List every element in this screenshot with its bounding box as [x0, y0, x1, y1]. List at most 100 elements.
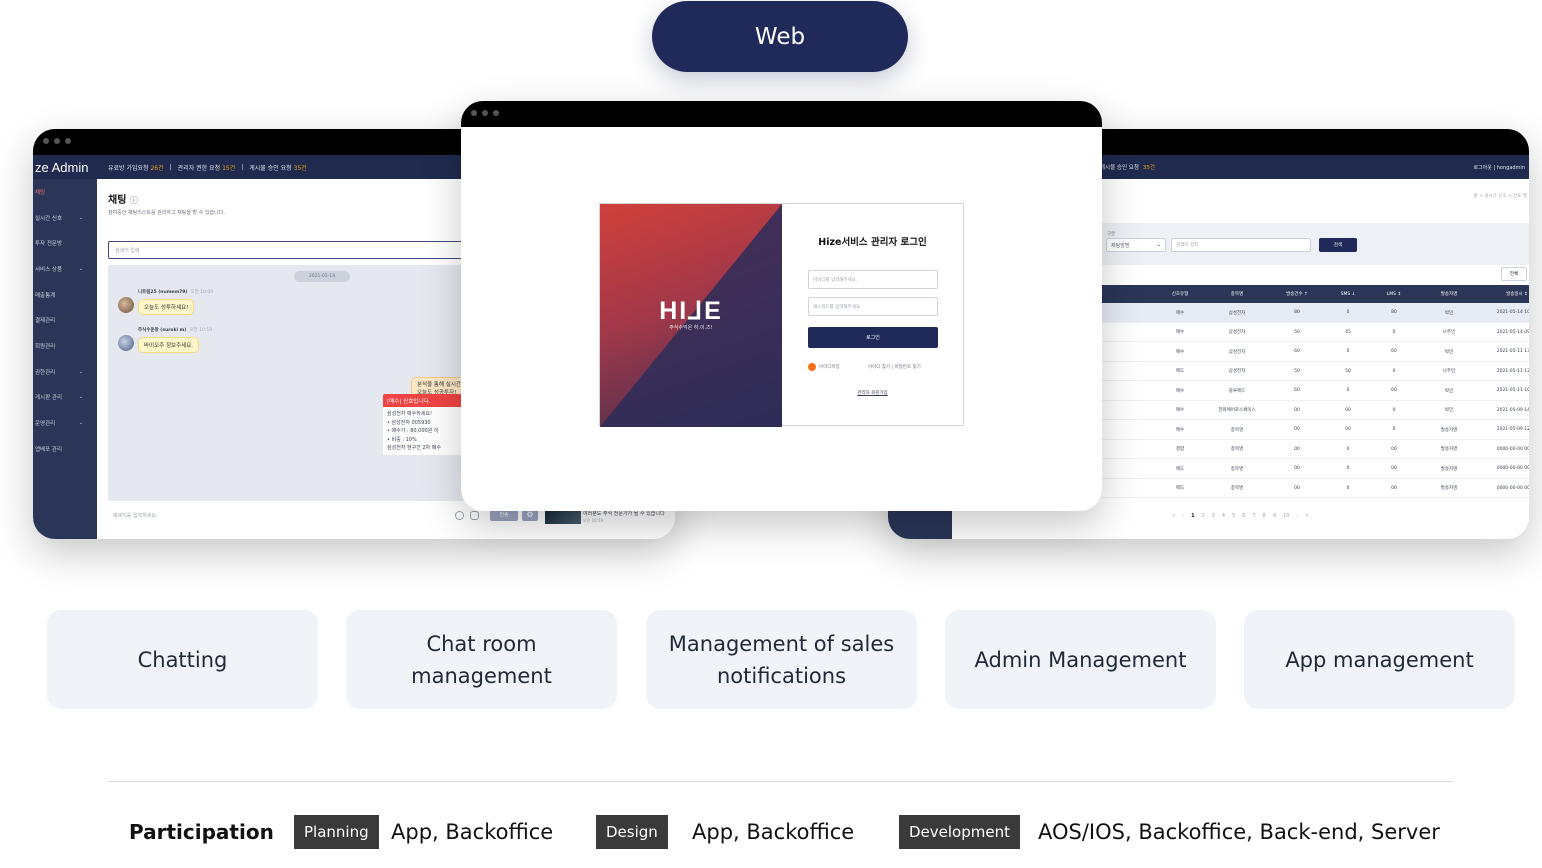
page-link[interactable]: 3: [1212, 513, 1215, 519]
table-cell: 2021-05-14 10:30: [1496, 310, 1529, 316]
sidebar-item[interactable]: 권한관리 ⌄: [33, 359, 97, 385]
message-bubble: 바이오주 정보주세요.: [138, 337, 200, 353]
page-link[interactable]: 8: [1263, 513, 1266, 519]
table-cell: 0: [1392, 329, 1396, 335]
password-input[interactable]: 패스워드를 입력해주세요.: [808, 297, 938, 316]
column-header[interactable]: 종목명: [1207, 285, 1267, 303]
planning-value: App, Backoffice: [391, 820, 554, 844]
page-link[interactable]: »: [1305, 513, 1308, 519]
table-cell: 2021-05-14 09:30: [1496, 329, 1529, 335]
sidebar-item[interactable]: 매출통계: [33, 282, 97, 308]
table-cell: 80: [1391, 310, 1397, 316]
web-label-pill: Web: [652, 1, 908, 72]
page-link[interactable]: ›: [1296, 513, 1298, 519]
search-button[interactable]: 검색: [1319, 238, 1357, 252]
message-input[interactable]: 메세지를 입력하세요.: [113, 512, 158, 519]
page-link[interactable]: 6: [1242, 513, 1245, 519]
table-cell: 매도: [1175, 369, 1185, 375]
feature-card-app: App management: [1244, 610, 1515, 709]
table-cell: 매수: [1175, 388, 1185, 394]
sidebar-item[interactable]: 운영관리 ⌄: [33, 410, 97, 436]
filter-select[interactable]: 채팅방명 ⌄: [1106, 238, 1166, 252]
column-header[interactable]: 신호유형: [1150, 285, 1210, 303]
column-header[interactable]: LMS ↕: [1364, 285, 1424, 303]
notice-item[interactable]: 유료방 가입요청 26건: [108, 163, 164, 172]
table-cell: 종목명: [1230, 486, 1244, 492]
emoji-icon[interactable]: [455, 511, 464, 520]
development-tag: Development: [899, 815, 1020, 849]
table-cell: 박민: [1444, 310, 1454, 316]
hize-tagline: 주식수익은 하.이.즈!: [669, 325, 713, 331]
sidebar-item[interactable]: 채팅: [33, 179, 97, 205]
notice-item[interactable]: 게시물 승인 요청 35건: [1100, 155, 1155, 179]
table-cell: 나주민: [1442, 330, 1456, 336]
table-cell: 60: [1391, 349, 1397, 355]
table-cell: 결합: [1175, 447, 1185, 453]
filter-search-input[interactable]: 검색어 입력: [1171, 238, 1311, 252]
table-cell: 나주민: [1442, 369, 1456, 375]
id-input[interactable]: 아이디를 입력해주세요.: [808, 270, 938, 289]
date-chip: 2021-05-14: [294, 271, 350, 282]
page-link[interactable]: «: [1172, 513, 1175, 519]
divider: [108, 781, 1453, 782]
notice-item[interactable]: 게시물 승인 요청 35건: [249, 163, 307, 172]
remember-id-checkbox[interactable]: 아이디저장: [808, 363, 840, 371]
sidebar-item[interactable]: 결제관리: [33, 307, 97, 333]
page-description: 참여중인 채팅리스트를 관리하고 채팅을 할 수 있습니다.: [108, 210, 225, 216]
find-account-links[interactable]: 아이디 찾기 | 비밀번호 찾기: [868, 364, 921, 370]
table-cell: 매수: [1175, 427, 1185, 433]
table-cell: 발송자명: [1440, 466, 1458, 472]
brand-panel: HI⅃E 주식수익은 하.이.즈!: [600, 204, 782, 427]
column-header[interactable]: 발송일시 ↕: [1487, 285, 1529, 303]
table-cell: 매수: [1175, 310, 1185, 316]
page-link[interactable]: 7: [1252, 513, 1255, 519]
development-value: AOS/IOS, Backoffice, Back-end, Server: [1038, 820, 1440, 844]
message-meta: 주식수운왕 (suroki m) 오전 10:19: [138, 328, 213, 333]
table-cell: 00: [1391, 466, 1397, 472]
table-cell: 종목명: [1230, 466, 1244, 472]
thumbnail-time: 오전 10:19: [583, 518, 604, 523]
table-cell: 0000-00-00 00:00: [1496, 485, 1529, 491]
table-cell: 발송자명: [1440, 447, 1458, 453]
page-link[interactable]: 2: [1202, 513, 1205, 519]
table-cell: 박민: [1444, 388, 1454, 394]
page-link[interactable]: 5: [1232, 513, 1235, 519]
all-filter-button[interactable]: 전체: [1501, 267, 1527, 281]
table-cell: 00: [1391, 446, 1397, 452]
page-link[interactable]: 10: [1283, 513, 1289, 519]
sidebar-item[interactable]: 투자 전문방: [33, 230, 97, 256]
sidebar-item[interactable]: 회원관리: [33, 333, 97, 359]
table-cell: 블루메드: [1228, 388, 1246, 394]
avatar[interactable]: [118, 297, 134, 313]
login-panel: HI⅃E 주식수익은 하.이.즈! Hize서비스 관리자 로그인 아이디를 입…: [599, 203, 964, 427]
table-cell: 박민: [1444, 408, 1454, 414]
sidebar-item[interactable]: 게시판 관리 ⌄: [33, 385, 97, 411]
notice-item[interactable]: 관리자 권한 요청 15건: [178, 163, 236, 172]
chevron-down-icon: ⌄: [78, 394, 83, 401]
signup-link[interactable]: 관리자 회원가입: [782, 390, 963, 396]
table-cell: 60: [1391, 388, 1397, 394]
sidebar: 채팅 실시간 신호 ⌄ 투자 전문방 서비스 상품 ⌄ 매출통계 결제관리 회원관리 권한관리 ⌄ 게…: [33, 179, 97, 539]
feature-card-chat-room: Chat room management: [346, 610, 617, 709]
info-icon[interactable]: ⓘ: [130, 196, 138, 205]
sidebar-item[interactable]: 서비스 상품 ⌄: [33, 256, 97, 282]
chat-search-input[interactable]: 검색어 입력: [108, 241, 488, 259]
table-cell: 0000-00-00 00:00: [1496, 466, 1529, 472]
column-header[interactable]: 발송자명: [1419, 285, 1479, 303]
page-link[interactable]: 4: [1222, 513, 1225, 519]
sidebar-item[interactable]: 앱배포 관리: [33, 436, 97, 462]
page-link[interactable]: ‹: [1182, 513, 1184, 519]
sidebar-item[interactable]: 실시간 신호 ⌄: [33, 205, 97, 231]
signal-card-title: [매수] 신호입니다.: [383, 394, 463, 407]
user-links[interactable]: 로그아웃 | hongadmin: [1473, 155, 1525, 179]
table-cell: 종목명: [1230, 427, 1244, 433]
page-link[interactable]: 9: [1273, 513, 1276, 519]
message-meta: 니트림25 (numem79) 오전 10:00: [138, 290, 214, 295]
table-cell: 0: [1392, 368, 1396, 374]
message-bubble: 오늘도 성투하세요!: [138, 299, 195, 315]
login-button[interactable]: 로그인: [808, 327, 938, 348]
design-tag: Design: [596, 815, 668, 849]
attach-icon[interactable]: [470, 511, 479, 520]
page-link[interactable]: 1: [1191, 513, 1194, 519]
avatar[interactable]: [118, 335, 134, 351]
